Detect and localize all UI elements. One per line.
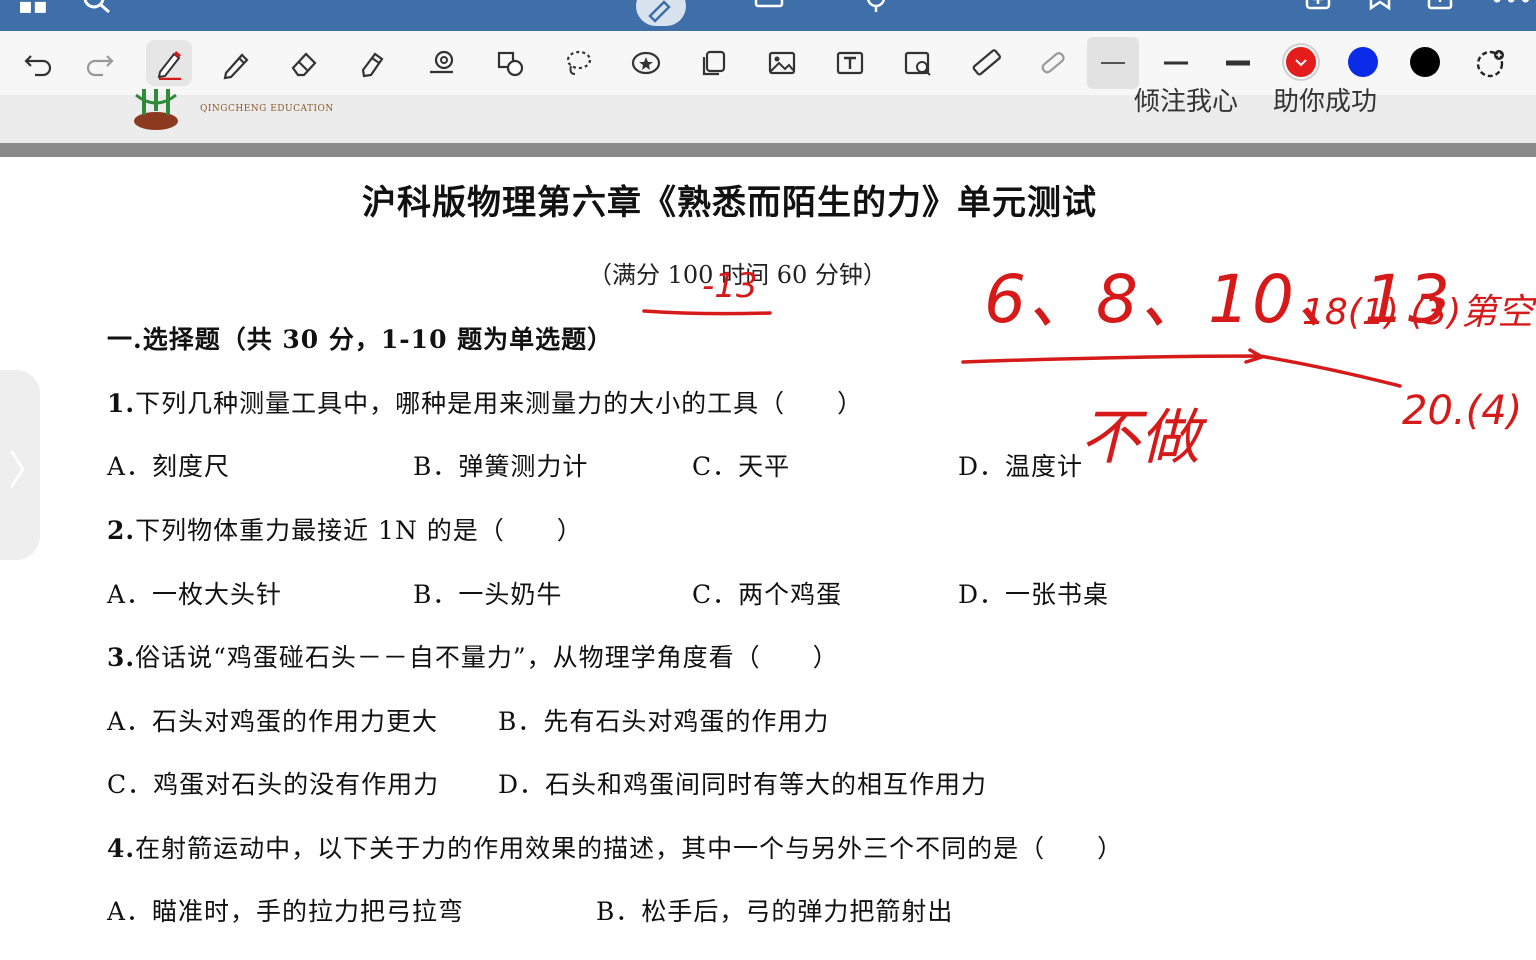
text-box-icon[interactable] <box>830 45 870 81</box>
stroke-width-thick[interactable] <box>1218 45 1258 81</box>
eraser-icon[interactable] <box>284 45 324 81</box>
logo-english-name: QINGCHENG EDUCATION <box>200 104 334 114</box>
grid-icon[interactable]: ▪▪ <box>18 0 48 19</box>
option: B．松手后，弓的弹力把箭射出 <box>596 897 954 926</box>
more-icon[interactable]: ••• <box>1490 0 1532 14</box>
ruler-icon[interactable] <box>966 45 1006 81</box>
bookmark-icon[interactable] <box>1367 0 1393 22</box>
share-icon[interactable] <box>1426 0 1454 22</box>
option: B．先有石头对鸡蛋的作用力 <box>498 707 830 736</box>
option: A．刻度尺 <box>107 452 231 481</box>
copy-icon[interactable] <box>694 45 734 81</box>
sticker-icon[interactable] <box>626 45 666 81</box>
question-number: 3. <box>107 643 136 672</box>
laser-pointer-icon[interactable] <box>1032 45 1072 81</box>
question-text: 下列几种测量工具中，哪种是用来测量力的大小的工具（ ） <box>135 389 864 418</box>
option: D．一张书桌 <box>958 580 1110 609</box>
add-color-icon[interactable] <box>1470 45 1510 81</box>
document-page-header: QINGCHENG EDUCATION 倾注我心 助你成功 <box>0 87 1536 143</box>
lasso-icon[interactable] <box>558 45 598 81</box>
question-text: 下列物体重力最接近 1N 的是（ ） <box>135 516 583 545</box>
option: A．一枚大头针 <box>107 580 283 609</box>
option: C．天平 <box>692 452 791 481</box>
stroke-width-thin[interactable] <box>1087 37 1139 89</box>
option: C．鸡蛋对石头的没有作用力 <box>107 770 440 799</box>
question-number: 4. <box>107 834 136 863</box>
option: A．瞄准时，手的拉力把弓拉弯 <box>107 897 465 926</box>
color-swatch-red[interactable] <box>1286 47 1316 77</box>
question-number: 2. <box>107 516 136 545</box>
shape-lasso-icon[interactable] <box>422 45 462 81</box>
header-divider <box>0 143 1536 157</box>
side-drawer-handle[interactable]: 〉 <box>0 370 48 560</box>
question-2: 2.下列物体重力最接近 1N 的是（ ） <box>107 511 583 547</box>
section-heading: 一.选择题（共 30 分，1-10 题为单选题） <box>107 320 613 356</box>
qingcheng-logo <box>134 89 178 130</box>
chevron-right-icon: 〉 <box>8 448 48 494</box>
scan-image-icon[interactable] <box>898 45 938 81</box>
stroke-width-medium[interactable] <box>1156 45 1196 81</box>
pencil-icon[interactable] <box>216 45 256 81</box>
color-swatch-black[interactable] <box>1410 47 1440 77</box>
highlighter-icon[interactable] <box>352 45 392 81</box>
option: A．石头对鸡蛋的作用力更大 <box>107 707 439 736</box>
option: B．弹簧测力计 <box>413 452 589 481</box>
section-heading-text: 一.选择题（共 30 分，1-10 题为单选题） <box>107 325 614 354</box>
microphone-icon[interactable] <box>863 0 889 22</box>
color-swatch-blue[interactable] <box>1348 47 1378 77</box>
slogan-left: 倾注我心 <box>1134 87 1239 117</box>
reading-mode-icon[interactable] <box>754 0 784 20</box>
image-icon[interactable] <box>762 45 802 81</box>
search-icon[interactable] <box>82 0 112 22</box>
document-page[interactable]: 沪科版物理第六章《熟悉而陌生的力》单元测试 （满分 100 时间 60 分钟） … <box>0 157 1536 960</box>
option: C．两个鸡蛋 <box>692 580 843 609</box>
pen-tool-icon[interactable] <box>146 40 192 86</box>
score-time-info: （满分 100 时间 60 分钟） <box>588 261 887 289</box>
question-4: 4.在射箭运动中，以下关于力的作用效果的描述，其中一个与另外三个不同的是（ ） <box>107 829 1123 865</box>
question-text: 俗话说“鸡蛋碰石头－－自不量力”，从物理学角度看（ ） <box>135 643 839 672</box>
top-status-bar: ▪▪ ••• <box>0 0 1536 31</box>
option: D．温度计 <box>958 452 1084 481</box>
question-number: 1. <box>107 389 136 418</box>
undo-icon[interactable] <box>18 45 58 81</box>
question-1: 1.下列几种测量工具中，哪种是用来测量力的大小的工具（ ） <box>107 384 863 420</box>
option: D．石头和鸡蛋间同时有等大的相互作用力 <box>498 770 988 799</box>
redo-icon[interactable] <box>80 45 120 81</box>
question-text: 在射箭运动中，以下关于力的作用效果的描述，其中一个与另外三个不同的是（ ） <box>135 834 1124 863</box>
option: B．一头奶牛 <box>413 580 563 609</box>
page-title: 沪科版物理第六章《熟悉而陌生的力》单元测试 <box>362 183 1097 223</box>
add-page-icon[interactable] <box>1304 0 1332 22</box>
shapes-icon[interactable] <box>490 45 530 81</box>
question-3: 3.俗话说“鸡蛋碰石头－－自不量力”，从物理学角度看（ ） <box>107 638 839 674</box>
handwriting-mode-icon[interactable] <box>636 0 686 26</box>
slogan-right: 助你成功 <box>1273 87 1378 117</box>
